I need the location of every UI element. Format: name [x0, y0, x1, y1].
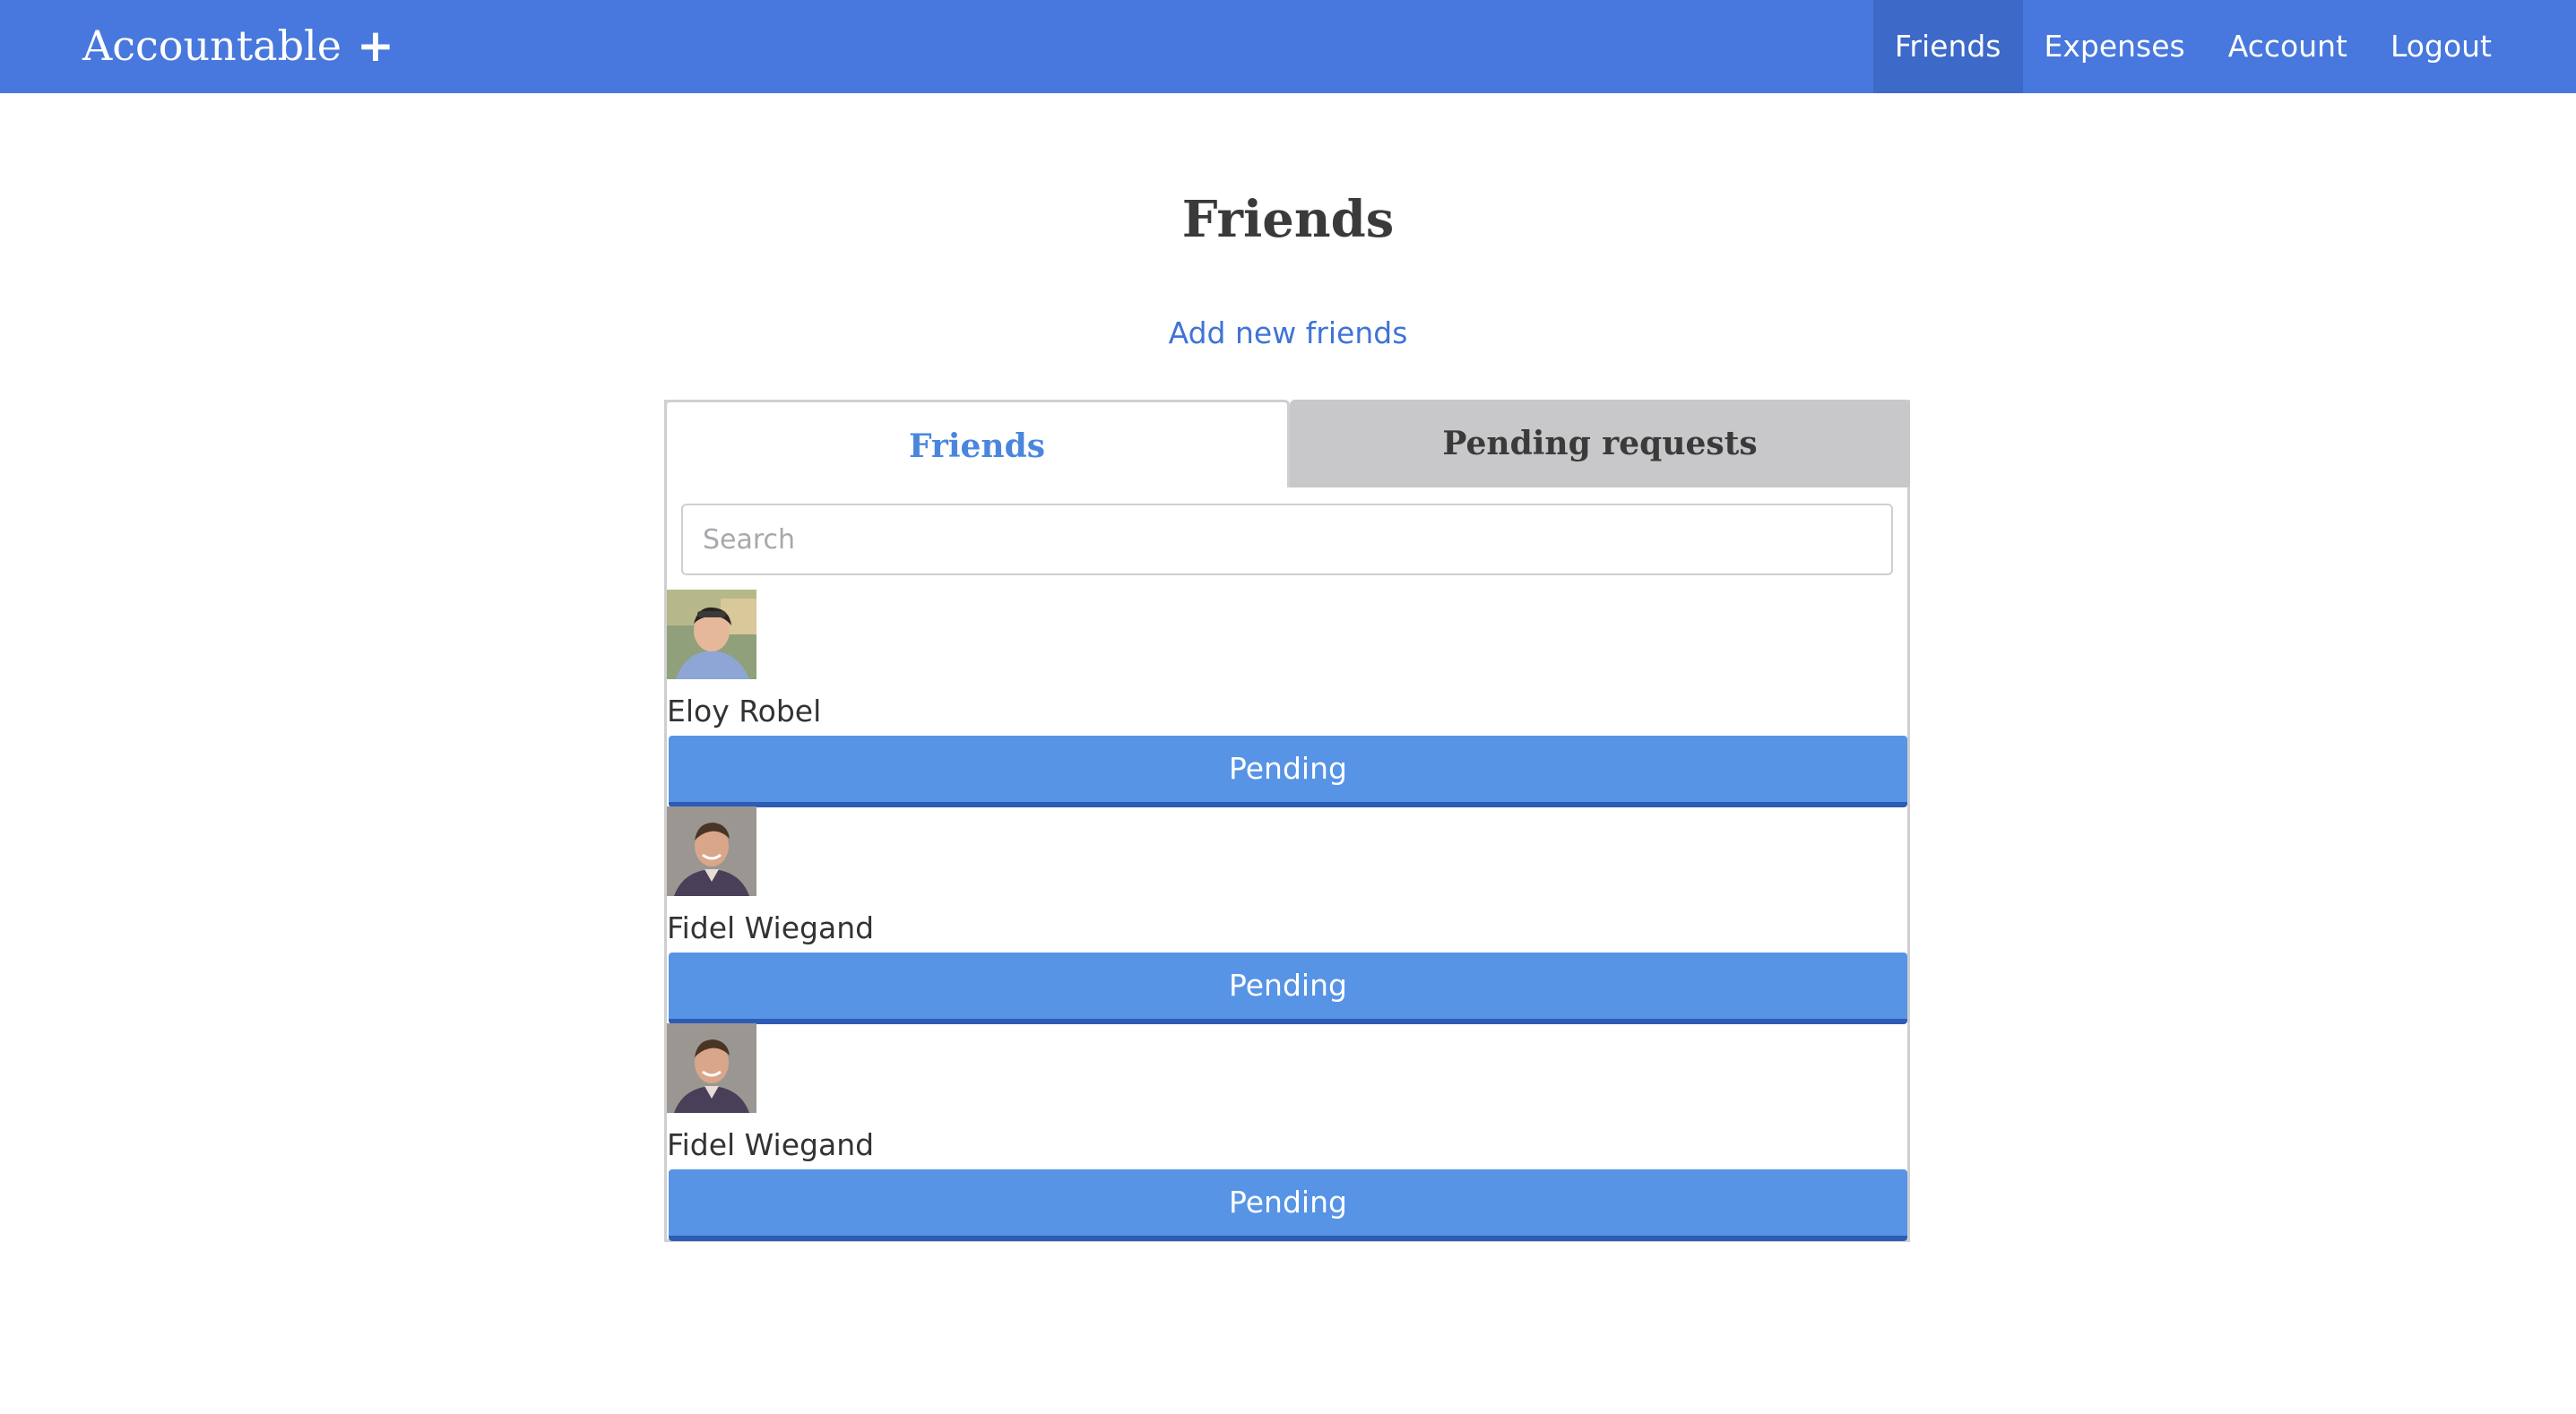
- pending-button[interactable]: Pending: [669, 736, 1907, 807]
- avatar: [667, 806, 756, 896]
- nav-account-link[interactable]: Account: [2207, 0, 2369, 93]
- nav-friends-link[interactable]: Friends: [1872, 0, 2023, 93]
- brand-logo[interactable]: Accountable: [82, 16, 341, 75]
- friend-name: Fidel Wiegand: [667, 910, 875, 945]
- tab-bar: Friends Pending requests: [664, 400, 1910, 487]
- nav-links: Friends Expenses Account Logout: [1872, 0, 2576, 93]
- add-new-friends-link[interactable]: Add new friends: [0, 314, 2576, 353]
- friend-name: Eloy Robel: [667, 694, 822, 729]
- tab-friends[interactable]: Friends: [664, 400, 1290, 487]
- avatar: [667, 1023, 756, 1113]
- avatar: [667, 590, 756, 679]
- pending-button[interactable]: Pending: [669, 1169, 1907, 1241]
- add-icon[interactable]: +: [357, 16, 394, 75]
- page-title: Friends: [1181, 190, 1395, 249]
- tab-pending-requests[interactable]: Pending requests: [1290, 400, 1910, 487]
- search-input[interactable]: [681, 504, 1893, 575]
- nav-expenses-link[interactable]: Expenses: [2023, 0, 2207, 93]
- friend-name: Fidel Wiegand: [667, 1127, 875, 1162]
- pending-button[interactable]: Pending: [669, 953, 1907, 1024]
- top-navbar: Accountable + Friends Expenses Account L…: [0, 0, 2576, 93]
- nav-logout-link[interactable]: Logout: [2369, 0, 2513, 93]
